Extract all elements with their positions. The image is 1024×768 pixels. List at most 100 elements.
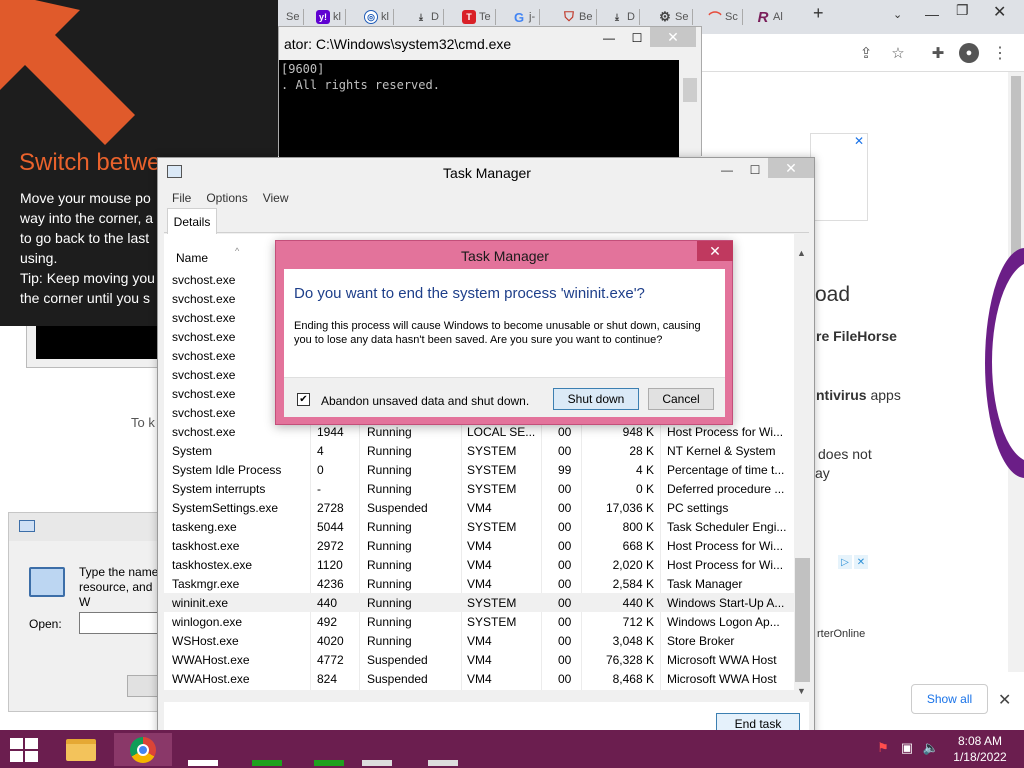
cell-pid: 0 [317,463,324,477]
table-row[interactable]: System interrupts - Running SYSTEM 00 0 K Defe… [164,479,794,498]
share-icon[interactable]: ⇪ [856,43,876,63]
cell-mem: 440 K [622,596,654,610]
maximize-icon[interactable]: ☐ [742,161,768,179]
ad-choices[interactable]: ▷ ✕ [838,555,868,569]
cell-status: Running [367,520,412,534]
minimize-icon[interactable]: — [714,161,740,179]
cell-mem: 948 K [622,425,654,439]
scroll-thumb[interactable] [1011,76,1021,256]
run-open-input[interactable] [79,612,169,634]
taskbar-app-strip[interactable] [428,760,458,766]
close-icon[interactable]: ✕ [650,27,696,47]
scroll-thumb[interactable] [795,558,810,682]
menu-view[interactable]: View [263,191,289,205]
cmd-scrollbar[interactable] [679,60,701,157]
cmd-console[interactable]: [9600] . All rights reserved. [279,60,679,157]
cell-desc: Percentage of time t... [667,463,785,477]
cell-desc: Host Process for Wi... [667,558,784,572]
close-icon[interactable]: ✕ [993,2,1006,22]
shut-down-button[interactable]: Shut down [553,388,639,410]
menu-kebab-icon[interactable]: ⋮ [990,43,1010,63]
cell-pid: 4020 [317,634,344,648]
cell-user: VM4 [467,501,492,515]
taskbar-app-strip[interactable] [252,760,282,766]
minimize-icon[interactable]: — [925,6,939,22]
download-icon: ⤓ [615,11,619,22]
start-button[interactable] [8,737,38,762]
browser-tab[interactable]: Se [286,6,305,28]
browser-tab[interactable]: ⛉ Be [562,6,598,28]
maximize-icon[interactable]: ☐ [625,29,649,47]
table-row[interactable]: Taskmgr.exe 4236 Running VM4 00 2,584 K Task M… [164,574,794,593]
ad-close-icon[interactable]: ✕ [854,134,864,148]
extensions-icon[interactable]: ✚ [928,43,948,63]
scroll-up-icon[interactable]: ▲ [797,248,806,258]
close-icon[interactable]: ✕ [697,241,733,261]
table-row[interactable]: WWAHost.exe 4772 Suspended VM4 00 76,328 K Mic… [164,650,794,669]
close-icon[interactable]: ✕ [768,158,814,178]
new-tab-button[interactable]: + [813,3,824,24]
browser-tab[interactable]: ⌒ Sc [708,6,743,28]
volume-muted-icon[interactable]: 🔈 [922,740,940,756]
menu-options[interactable]: Options [206,191,247,205]
downloads-close-icon[interactable]: ✕ [998,690,1011,710]
restore-icon[interactable]: ❐ [956,2,969,19]
menu-bar: File Options View [172,191,289,205]
cell-user: VM4 [467,577,492,591]
abandon-data-checkbox[interactable]: ✔ [297,393,310,406]
yahoo-icon: y! [316,10,330,24]
file-explorer-taskbar-button[interactable] [52,733,110,766]
scroll-thumb[interactable] [683,78,697,102]
table-row[interactable]: System Idle Process 0 Running SYSTEM 99 4 K Pe… [164,460,794,479]
browser-tab[interactable]: R Al [756,6,783,28]
ad-info-icon[interactable]: ▷ [838,555,852,569]
table-row[interactable]: WSHost.exe 4020 Running VM4 00 3,048 K Store B… [164,631,794,650]
browser-tab[interactable]: ⚙ Se [658,6,694,28]
table-row[interactable]: System 4 Running SYSTEM 00 28 K NT Kernel & Sy… [164,441,794,460]
table-row[interactable]: SystemSettings.exe 2728 Suspended VM4 00 17,0… [164,498,794,517]
cell-status: Running [367,596,412,610]
cell-desc: NT Kernel & System [667,444,776,458]
browser-tab[interactable]: Gj- [512,6,541,28]
minimize-icon[interactable]: — [597,29,621,47]
profile-avatar-icon[interactable]: ● [959,43,979,63]
tab-search-chevron-icon[interactable]: ⌄ [893,8,902,21]
column-header-name[interactable]: Name [176,251,208,265]
browser-tab[interactable]: T Te [462,6,496,28]
windows-logo-icon [10,738,23,749]
task-manager-titlebar[interactable]: Task Manager — ☐ ✕ [158,158,814,186]
scroll-down-icon[interactable]: ▼ [797,686,806,696]
browser-tab[interactable]: ◎ kl [364,6,394,28]
menu-file[interactable]: File [172,191,191,205]
cancel-button[interactable]: Cancel [648,388,714,410]
run-titlebar[interactable] [9,513,167,541]
table-scrollbar[interactable]: ▲ ▼ [794,246,811,702]
browser-tab[interactable]: y! kl [316,6,346,28]
chevron-left-icon[interactable]: ‹ [995,360,1000,376]
ad-close-icon[interactable]: ✕ [854,555,868,569]
cell-mem: 2,584 K [612,577,654,591]
table-row[interactable]: taskhostex.exe 1120 Running VM4 00 2,020 K Hos… [164,555,794,574]
table-row[interactable]: winlogon.exe 492 Running SYSTEM 00 712 K Windo… [164,612,794,631]
browser-tab[interactable]: ⤓ D [414,6,444,28]
taskbar-app-strip[interactable] [188,760,218,766]
windows-taskbar: ⚑ ▣ 🔈 8:08 AM 1/18/2022 [0,730,1024,768]
cell-user: SYSTEM [467,520,517,534]
action-center-flag-icon[interactable]: ⚑ [874,740,892,756]
downloads-show-all-button[interactable]: Show all [911,684,988,714]
table-row[interactable]: taskhost.exe 2972 Running VM4 00 668 K Host Pr… [164,536,794,555]
network-icon[interactable]: ▣ [898,740,916,756]
dialog-footer: ✔ Abandon unsaved data and shut down. Sh… [284,377,725,417]
taskbar-app-strip[interactable] [362,760,392,766]
browser-tab[interactable]: ⤓ D [610,6,640,28]
table-row[interactable]: WWAHost.exe 824 Suspended VM4 00 8,468 K Micro… [164,669,794,688]
tab-details[interactable]: Details [167,208,217,234]
bookmark-star-icon[interactable]: ☆ [888,43,908,63]
taskbar-app-strip[interactable] [314,760,344,766]
table-row[interactable]: wininit.exe 440 Running SYSTEM 00 440 K Window… [164,593,794,612]
checkbox-label[interactable]: Abandon unsaved data and shut down. [321,394,529,408]
table-row[interactable]: taskeng.exe 5044 Running SYSTEM 00 800 K Task … [164,517,794,536]
chrome-taskbar-button[interactable] [114,733,172,766]
system-clock[interactable]: 8:08 AM 1/18/2022 [944,733,1016,765]
cell-desc: Microsoft WWA Host [667,653,777,667]
